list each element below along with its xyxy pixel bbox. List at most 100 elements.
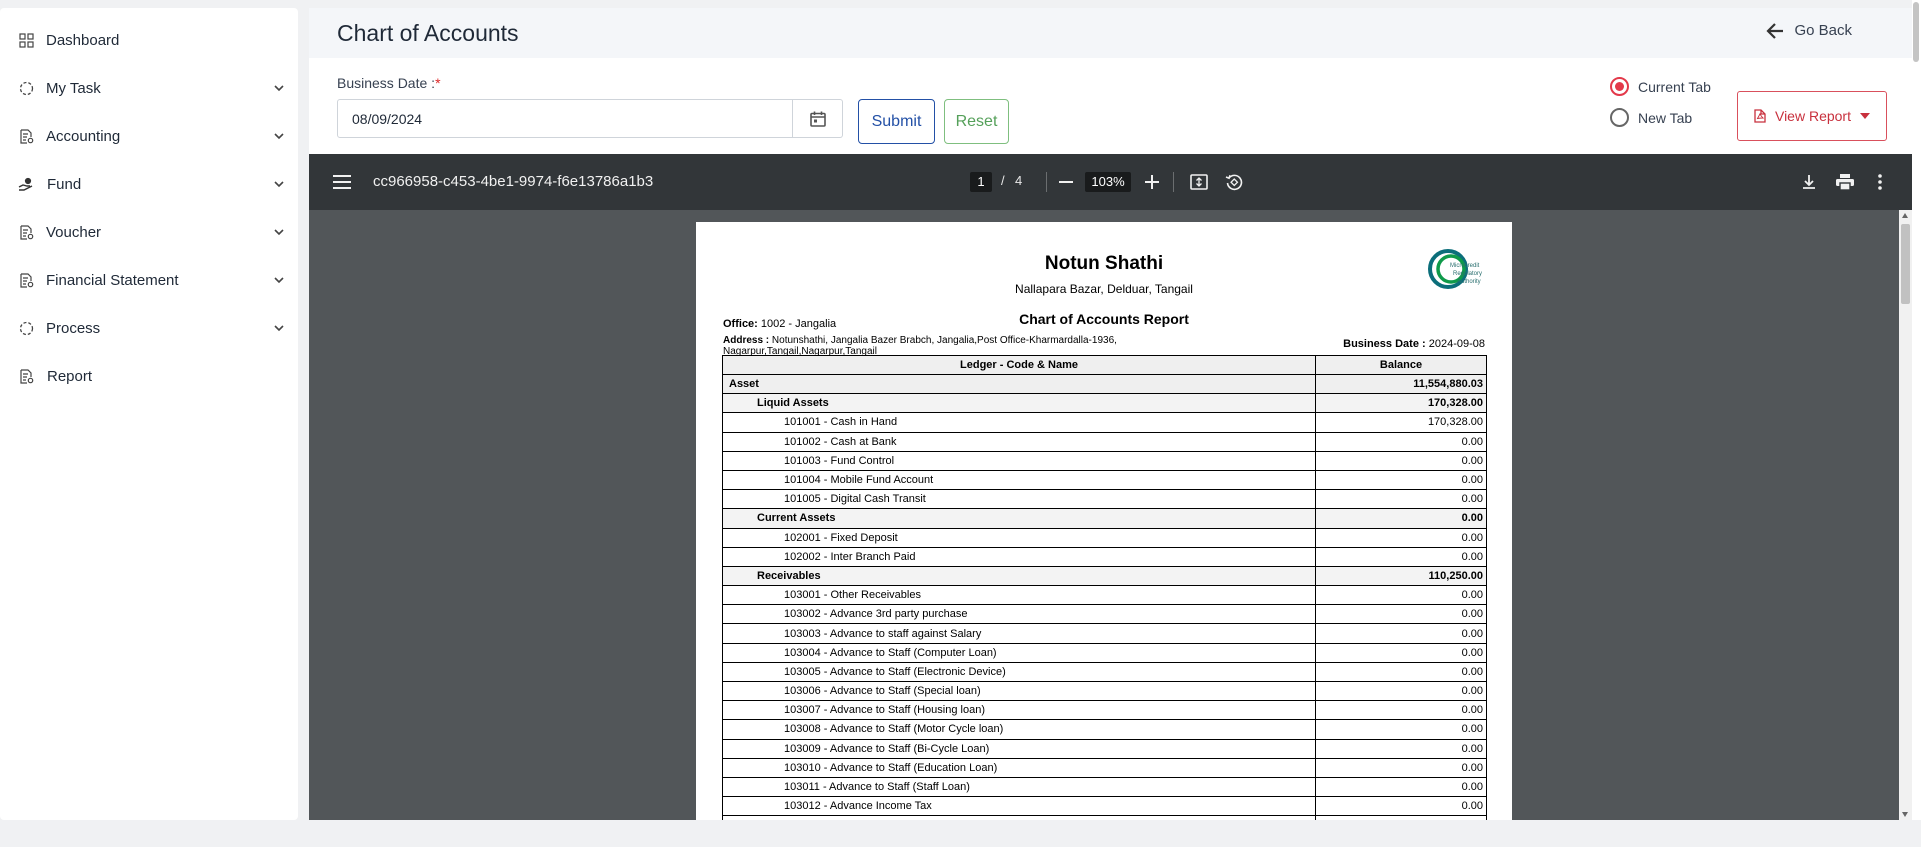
chevron-down-icon [274, 181, 284, 188]
address-label: Address : [723, 335, 770, 346]
go-back-button[interactable]: Go Back [1766, 22, 1852, 39]
zoom-out-icon[interactable] [1055, 171, 1077, 193]
document-gear-icon [18, 272, 34, 288]
fit-page-icon[interactable] [1188, 171, 1210, 193]
radio-current-tab[interactable]: Current Tab [1610, 77, 1711, 96]
sidebar-item-dashboard[interactable]: Dashboard [0, 20, 298, 60]
radio-new-tab-label: New Tab [1638, 109, 1693, 126]
download-icon[interactable] [1798, 171, 1820, 193]
ledger-balance-cell: 170,328.00 [1315, 412, 1487, 433]
sidebar-item-voucher[interactable]: Voucher [0, 212, 298, 252]
pdf-viewer[interactable]: cc966958-c453-4be1-9974-f6e13786a1b3 / 4 [309, 154, 1912, 820]
mra-logo: Microcredit Regulatory Authority [1424, 248, 1486, 294]
ledger-body: Asset 11,554,880.03 Liquid Assets 170,328.0… [722, 373, 1487, 820]
org-name: Notun Shathi [1044, 253, 1164, 274]
ledger-name-cell: Asset [722, 373, 1316, 395]
sidebar-item-label: Financial Statement [46, 271, 179, 289]
ledger-row: 103004 - Advance to Staff (Computer Loan… [722, 642, 1487, 663]
ledger-balance-cell: 110,250.00 [1315, 565, 1487, 587]
ledger-row: 103009 - Advance to Staff (Bi-Cycle Loan… [722, 738, 1487, 759]
ledger-name-cell: 103005 - Advance to Staff (Electronic De… [722, 661, 1316, 683]
ledger-name-cell: 103004 - Advance to Staff (Computer Loan… [722, 642, 1316, 663]
ledger-balance-cell: 0.00 [1315, 431, 1487, 452]
scroll-thumb[interactable] [1901, 224, 1910, 304]
calendar-icon [809, 111, 826, 127]
ledger-row: 103011 - Advance to Staff (Staff Loan) 0.… [722, 776, 1487, 798]
sidebar-item-label: Report [47, 367, 93, 385]
ledger-row: 101002 - Cash at Bank 0.00 [722, 431, 1487, 452]
radio-current-tab-control[interactable] [1610, 77, 1629, 96]
rotate-icon[interactable] [1223, 171, 1245, 193]
business-date-input[interactable] [337, 99, 793, 138]
ledger-name-cell: 103010 - Advance to Staff (Education Loa… [722, 757, 1316, 778]
ledger-balance-cell: 0.00 [1315, 527, 1487, 548]
ledger-balance-cell: 0.00 [1315, 796, 1487, 817]
sidebar-item-accounting[interactable]: Accounting [0, 116, 298, 156]
viewer-scrollbar[interactable] [1899, 210, 1912, 820]
sidebar-item-label: Dashboard [46, 31, 120, 49]
sidebar-item-financial-statement[interactable]: Financial Statement [0, 260, 298, 300]
sidebar-item-fund[interactable]: Fund [0, 164, 298, 204]
reset-button[interactable]: Reset [944, 99, 1009, 144]
print-icon[interactable] [1834, 171, 1856, 193]
ledger-name-cell: 103001 - Other Receivables [722, 585, 1316, 606]
ledger-name-cell: 103002 - Advance 3rd party purchase [722, 604, 1316, 625]
more-options-icon[interactable] [1869, 171, 1891, 193]
ledger-balance-cell: 0.00 [1315, 700, 1487, 721]
ledger-balance-cell: 170,328.00 [1315, 393, 1487, 414]
page-total: 4 [1015, 173, 1023, 188]
hand-money-icon [18, 176, 34, 192]
ledger-balance-cell: 0.00 [1315, 469, 1487, 491]
ledger-balance-cell: 0.00 [1315, 489, 1487, 510]
ledger-name-cell: 103008 - Advance to Staff (Motor Cycle l… [722, 719, 1316, 740]
report-business-date: Business Date : 2024-09-08 [1343, 338, 1485, 350]
ledger-name-cell: 101003 - Fund Control [722, 450, 1316, 471]
chevron-down-icon [274, 277, 284, 284]
page-separator: / [1001, 173, 1005, 188]
calendar-button[interactable] [793, 99, 843, 138]
ledger-name-cell: 102001 - Fixed Deposit [722, 527, 1316, 548]
zoom-input[interactable] [1085, 172, 1131, 192]
page-scrollbar[interactable] [1912, 0, 1921, 820]
page-title: Chart of Accounts [337, 20, 519, 46]
office-value: 1002 - Jangalia [760, 318, 837, 330]
sidebar-item-my-task[interactable]: My Task [0, 68, 298, 108]
ledger-name-cell: 102002 - Inter Branch Paid [722, 546, 1316, 567]
view-report-button[interactable]: View Report [1737, 91, 1887, 141]
zoom-in-icon[interactable] [1141, 171, 1163, 193]
ledger-balance-cell: 0.00 [1315, 508, 1487, 529]
ledger-row: 101005 - Digital Cash Transit 0.00 [722, 489, 1487, 510]
arrow-left-icon [1766, 22, 1784, 39]
ledger-balance-cell: 0.00 [1315, 623, 1487, 644]
ledger-name-cell: 103003 - Advance to staff against Salary [722, 623, 1316, 644]
radio-new-tab-control[interactable] [1610, 108, 1629, 127]
scroll-down-arrow-icon[interactable] [1902, 812, 1908, 817]
office-label: Office: [723, 318, 758, 330]
ledger-row: 103001 - Other Receivables 0.00 [722, 585, 1487, 606]
submit-button[interactable]: Submit [858, 99, 935, 144]
ledger-balance-cell: 0.00 [1315, 757, 1487, 778]
ledger-row: 101003 - Fund Control 0.00 [722, 450, 1487, 471]
logo-text-line: Authority [1457, 279, 1481, 285]
report-business-date-value: 2024-09-08 [1428, 338, 1485, 350]
ledger-row: Asset 11,554,880.03 [722, 373, 1487, 395]
radio-new-tab[interactable]: New Tab [1610, 108, 1692, 127]
caret-down-icon [1860, 113, 1870, 119]
ledger-row: 103003 - Advance to staff against Salary… [722, 623, 1487, 644]
ledger-name-cell: 101004 - Mobile Fund Account [722, 469, 1316, 491]
scroll-up-arrow-icon[interactable] [1902, 213, 1908, 218]
chevron-down-icon [274, 325, 284, 332]
menu-icon[interactable] [331, 171, 353, 193]
ledger-balance-cell: 0.00 [1315, 604, 1487, 625]
sidebar-item-label: Fund [47, 175, 82, 193]
pdf-file-icon [1754, 109, 1766, 123]
ledger-row: 103005 - Advance to Staff (Electronic De… [722, 661, 1487, 683]
page-number-input[interactable] [970, 172, 992, 192]
page-scroll-thumb[interactable] [1913, 2, 1919, 62]
ledger-row: Liquid Assets 170,328.00 [722, 393, 1487, 414]
toolbar-divider [1046, 172, 1047, 192]
toolbar-divider [1173, 172, 1174, 192]
sidebar-item-report[interactable]: Report [0, 356, 298, 396]
sidebar-item-process[interactable]: Process [0, 308, 298, 348]
business-date-label-text: Business Date : [337, 75, 436, 91]
